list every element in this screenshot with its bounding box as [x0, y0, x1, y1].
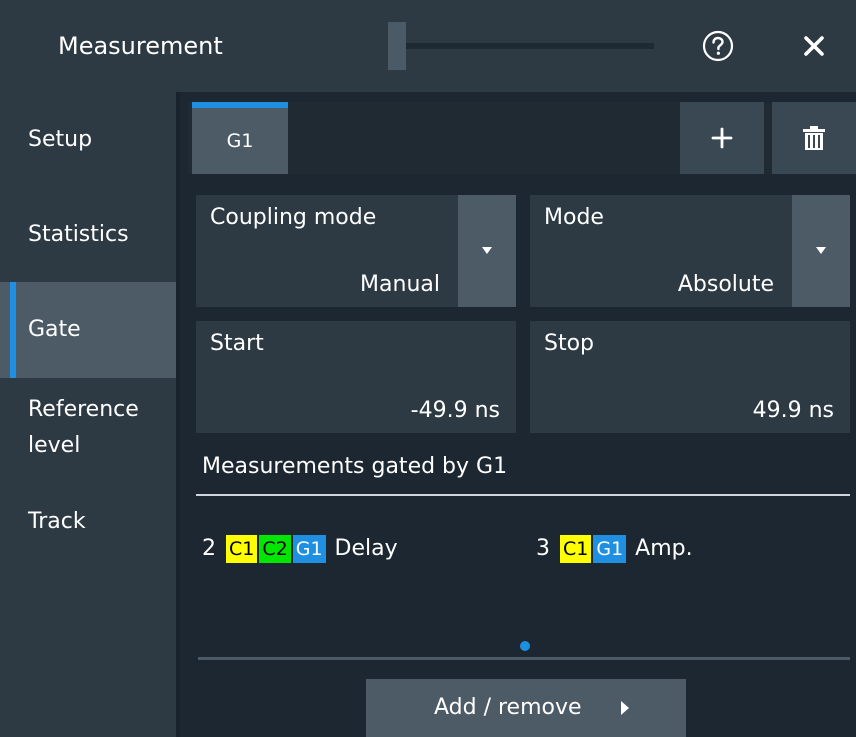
- measurement-name: Delay: [334, 536, 398, 561]
- page-indicator-dot[interactable]: [520, 641, 530, 651]
- sidebar-item-gate[interactable]: Gate: [0, 282, 176, 378]
- plus-icon: [711, 127, 733, 149]
- trash-icon: [803, 126, 825, 150]
- sidebar-item-label: Reference level: [28, 397, 139, 458]
- source-badge-c2: C2: [259, 535, 291, 563]
- mode-select[interactable]: Mode Absolute: [530, 195, 850, 307]
- add-remove-button[interactable]: Add / remove: [366, 679, 686, 737]
- gate-badge-g1: G1: [593, 535, 627, 563]
- title-bar[interactable]: Measurement: [0, 0, 856, 92]
- source-badge-c1: C1: [226, 535, 258, 563]
- coupling-mode-value: Manual: [360, 272, 440, 297]
- list-scroll-divider: [198, 657, 850, 660]
- mode-dropdown-button[interactable]: [792, 195, 850, 307]
- measurement-name: Amp.: [635, 536, 693, 561]
- gated-measurement-item[interactable]: 2 C1 C2 G1 Delay: [202, 534, 398, 564]
- measurement-number: 2: [202, 536, 216, 561]
- transparency-slider-thumb[interactable]: [388, 22, 406, 70]
- tab-g1[interactable]: G1: [192, 102, 288, 174]
- measurement-dialog: Measurement Setup Statistics Gate Refere…: [0, 0, 856, 737]
- stop-value: 49.9 ns: [752, 398, 834, 423]
- sidebar-item-statistics[interactable]: Statistics: [0, 189, 176, 281]
- help-circle-icon[interactable]: [702, 30, 734, 62]
- source-badge-c1: C1: [560, 535, 592, 563]
- add-gate-button[interactable]: [680, 102, 764, 174]
- mode-label: Mode: [544, 205, 604, 230]
- mode-value: Absolute: [677, 272, 774, 297]
- gate-panel: G1 Coupling mode Manual Mode Absolute St…: [180, 92, 856, 737]
- chevron-down-icon: [482, 247, 492, 254]
- gated-measurements-title: Measurements gated by G1: [202, 454, 508, 479]
- sidebar-item-label: Statistics: [28, 222, 129, 247]
- start-label: Start: [210, 331, 264, 356]
- tab-label: G1: [226, 130, 254, 152]
- stop-field[interactable]: Stop 49.9 ns: [530, 321, 850, 433]
- start-value: -49.9 ns: [410, 398, 500, 423]
- gate-badge-g1: G1: [292, 535, 326, 563]
- side-navigation: Setup Statistics Gate Reference level Tr…: [0, 92, 176, 737]
- coupling-mode-label: Coupling mode: [210, 205, 377, 230]
- sidebar-item-setup[interactable]: Setup: [0, 92, 176, 187]
- sidebar-item-label: Setup: [28, 127, 93, 152]
- stop-label: Stop: [544, 331, 595, 356]
- chevron-down-icon: [816, 247, 826, 254]
- sidebar-item-label: Track: [28, 509, 86, 534]
- transparency-slider-track[interactable]: [389, 43, 654, 49]
- sidebar-item-reference-level[interactable]: Reference level: [0, 392, 150, 472]
- delete-gate-button[interactable]: [772, 102, 856, 174]
- gated-measurement-item[interactable]: 3 C1 G1 Amp.: [536, 534, 693, 564]
- coupling-mode-select[interactable]: Coupling mode Manual: [196, 195, 516, 307]
- section-divider: [196, 494, 850, 496]
- active-indicator: [10, 282, 16, 378]
- start-field[interactable]: Start -49.9 ns: [196, 321, 516, 433]
- sidebar-item-track[interactable]: Track: [0, 492, 176, 552]
- measurement-number: 3: [536, 536, 550, 561]
- gate-tab-bar: G1: [188, 102, 856, 174]
- coupling-mode-dropdown-button[interactable]: [458, 195, 516, 307]
- sidebar-item-label: Gate: [28, 317, 81, 342]
- chevron-right-icon: [621, 701, 629, 715]
- close-icon[interactable]: [800, 32, 828, 60]
- add-remove-label: Add / remove: [434, 695, 582, 720]
- dialog-title: Measurement: [58, 32, 223, 60]
